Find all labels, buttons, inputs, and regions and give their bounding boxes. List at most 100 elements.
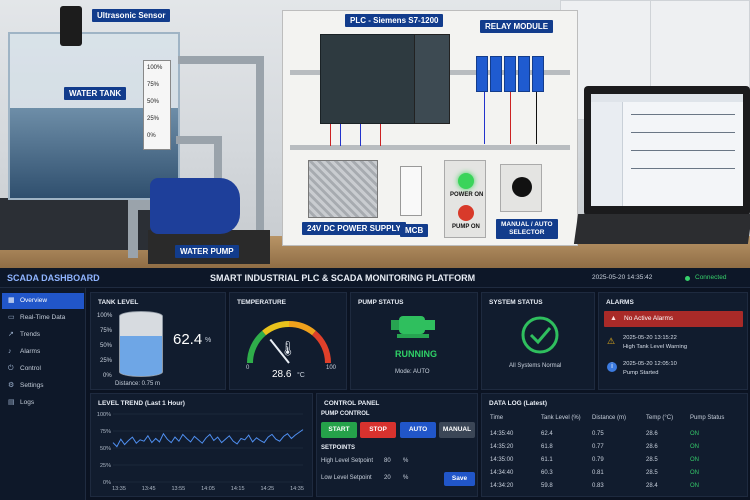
sidebar: ▦ Overview ▭ Real-Time Data ↗ Trends ♪ Alarm…: [0, 288, 86, 500]
level-trend-panel: LEVEL TREND (Last 1 Hour) 100% 75% 50% 25% 0…: [90, 393, 313, 497]
table-cell: 62.4: [541, 431, 553, 437]
start-button[interactable]: START: [321, 422, 357, 438]
tank-scale-label: 0%: [147, 133, 156, 139]
mcb-breaker: [400, 166, 422, 216]
setpoints-label: SETPOINTS: [321, 445, 356, 451]
table-cell: 59.8: [541, 483, 553, 489]
connection-dot-icon: [685, 276, 690, 281]
alarm-text: Pump Started: [623, 370, 659, 376]
alert-icon: ▲: [610, 315, 617, 322]
nav-item-logs[interactable]: ▤ Logs: [2, 395, 84, 411]
table-cell: 28.6: [646, 431, 658, 437]
table-cell: 28.5: [646, 457, 658, 463]
low-setpoint-label: Low Level Setpoint: [321, 475, 372, 481]
nav-item-overview[interactable]: ▦ Overview: [2, 293, 84, 309]
table-cell: ON: [690, 457, 699, 463]
table-cell: 61.8: [541, 444, 553, 450]
tank-scale-tick: 100%: [97, 313, 113, 319]
nav-item-settings[interactable]: ⚙ Settings: [2, 378, 84, 394]
table-cell: ON: [690, 483, 699, 489]
table-cell: 0.81: [592, 470, 604, 476]
trend-icon: ↗: [8, 331, 14, 338]
hardware-photo: 100% 75% 50% 25% 0% Ultrasonic Sensor WA…: [0, 0, 750, 268]
din-rail: [290, 145, 570, 150]
power-supply-label: 24V DC POWER SUPPLY: [302, 222, 406, 235]
table-header: Pump Status: [690, 415, 725, 421]
pump-on-label: PUMP ON: [452, 224, 480, 230]
ladder-rung: [631, 132, 735, 133]
tank-scale-label: 100%: [147, 65, 163, 71]
relay: [518, 56, 530, 92]
tank-scale: 100% 75% 50% 25% 0%: [143, 60, 171, 150]
manual-button[interactable]: MANUAL: [439, 422, 475, 438]
table-cell: 60.3: [541, 470, 553, 476]
panel-title: CONTROL PANEL: [324, 400, 380, 407]
table-cell: ON: [690, 431, 699, 437]
low-setpoint-input[interactable]: 20: [384, 475, 391, 481]
table-cell: 0.79: [592, 457, 604, 463]
bell-icon: ♪: [8, 348, 12, 355]
table-header: Temp (°C): [646, 415, 674, 421]
table-cell: 0.75: [592, 431, 604, 437]
level-series-line: [112, 429, 304, 448]
auto-button[interactable]: AUTO: [400, 422, 436, 438]
data-log-panel: DATA LOG (Latest) Time Tank Level (%) Dist…: [481, 393, 748, 497]
y-tick-label: 75%: [100, 429, 111, 435]
tank-scale-label: 50%: [147, 99, 160, 105]
temperature-unit: °C: [297, 372, 305, 379]
gauge-max: 100: [326, 365, 337, 371]
alarm-banner-text: No Active Alarms: [624, 315, 674, 322]
power-icon: ⏻: [8, 365, 14, 372]
info-icon: i: [607, 362, 617, 372]
y-tick-label: 25%: [100, 463, 111, 469]
table-cell: 0.77: [592, 444, 604, 450]
nav-item-real-time-data[interactable]: ▭ Real-Time Data: [2, 310, 84, 326]
table-header: Distance (m): [592, 415, 627, 421]
warning-icon: ⚠: [607, 336, 616, 346]
panel-title: SYSTEM STATUS: [489, 299, 543, 306]
timestamp: 2025-05-20 14:35:42: [592, 274, 653, 281]
water-pump: [150, 178, 240, 234]
ultrasonic-sensor-label: Ultrasonic Sensor: [92, 9, 171, 22]
y-tick-label: 0%: [103, 480, 111, 486]
pipe: [214, 136, 222, 182]
save-button[interactable]: Save: [444, 472, 475, 486]
high-setpoint-input[interactable]: 80: [384, 458, 391, 464]
alarm-time: 2025-05-20 12:05:10: [623, 361, 677, 367]
ide-toolbar: [591, 94, 743, 102]
level-trend-chart: 100% 75% 50% 25% 0%13:35 13:45 13:55 14:05 14:15…: [97, 412, 304, 492]
pump-on-lamp-icon: [458, 205, 474, 221]
x-tick-label: 13:45: [142, 486, 156, 492]
nav-item-control[interactable]: ⏻ Control: [2, 361, 84, 377]
table-cell: ON: [690, 444, 699, 450]
x-tick-label: 13:35: [112, 486, 126, 492]
tank-scale-tick: 25%: [100, 358, 113, 364]
nav-item-trends[interactable]: ↗ Trends: [2, 327, 84, 343]
nav-label: Logs: [20, 399, 35, 406]
monitor-icon: ▭: [8, 314, 15, 321]
relay: [532, 56, 544, 92]
table-header: Tank Level (%): [541, 415, 581, 421]
ladder-rung: [631, 168, 735, 169]
tank-scale-tick: 0%: [103, 373, 112, 379]
tank-level-panel: TANK LEVEL 100% 75% 50% 25% 0% 62.4 % Di…: [90, 292, 226, 390]
high-setpoint-unit: %: [403, 458, 409, 464]
table-header: Time: [490, 415, 504, 421]
system-status-text: All Systems Normal: [509, 363, 562, 369]
relay: [504, 56, 516, 92]
wire: [340, 124, 341, 146]
connection-status: Connected: [695, 274, 727, 281]
grid-icon: ▦: [8, 297, 15, 304]
relay: [476, 56, 488, 92]
power-on-label: POWER ON: [450, 192, 484, 198]
pump-state: RUNNING: [395, 349, 437, 359]
ladder-rung: [631, 150, 735, 151]
wire: [484, 92, 485, 144]
temperature-value: 28.6: [272, 369, 292, 380]
nav-label: Control: [20, 365, 41, 372]
alarms-panel: ALARMS ▲ No Active Alarms ⚠ 2025-05-20 1…: [598, 292, 748, 390]
table-cell: 14:35:00: [490, 457, 514, 463]
nav-item-alarms[interactable]: ♪ Alarms: [2, 344, 84, 360]
stop-button[interactable]: STOP: [360, 422, 396, 438]
pump-mode: Mode: AUTO: [395, 369, 430, 375]
